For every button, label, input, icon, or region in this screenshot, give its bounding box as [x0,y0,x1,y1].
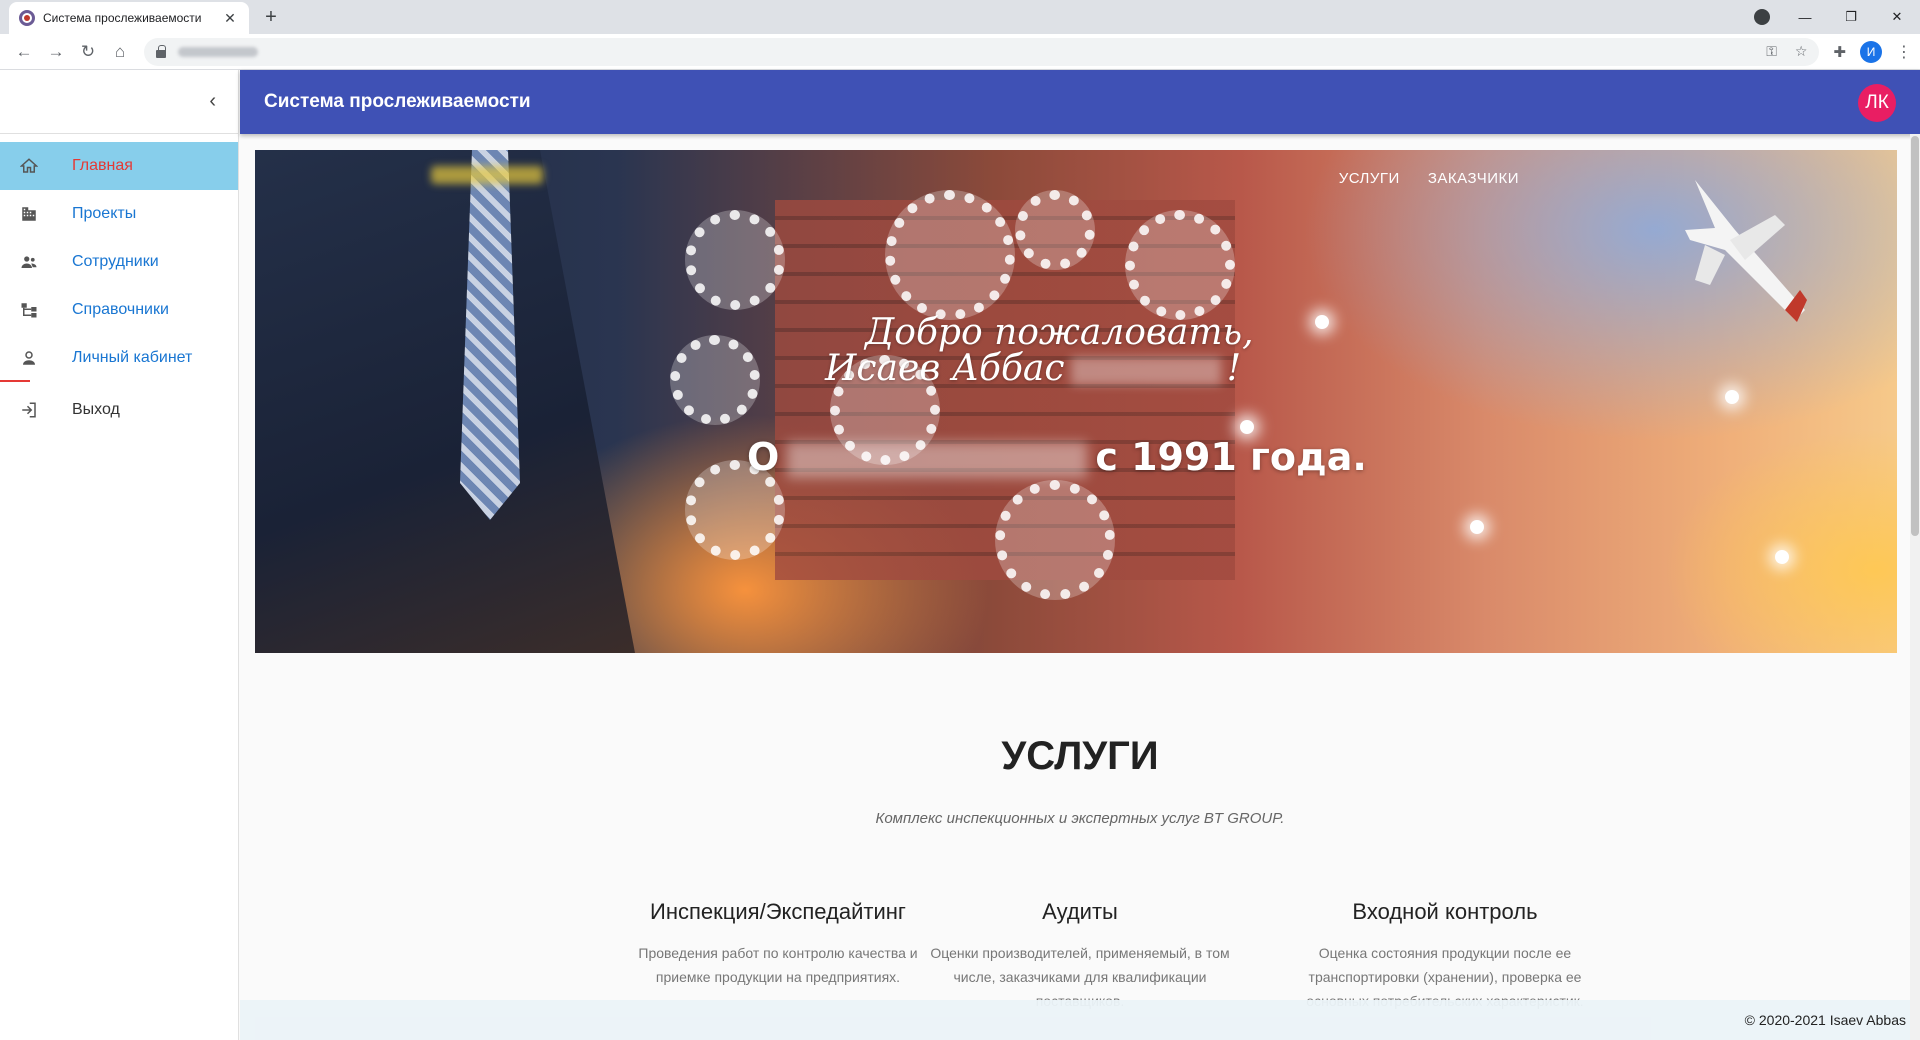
home-browser-icon[interactable]: ⌂ [104,42,136,62]
service-card-incoming-control: Входной контроль Оценка состояния продук… [1285,899,1605,1013]
chevron-left-icon[interactable]: ‹ [209,90,216,113]
hero-link-services[interactable]: УСЛУГИ [1339,170,1400,187]
app-root: ‹ Главная Проекты Сотрудники Справочники… [0,70,1920,1040]
profile-avatar[interactable]: И [1860,40,1882,63]
scrollbar-thumb[interactable] [1911,136,1919,536]
service-title: Входной контроль [1352,899,1538,924]
sidebar-item-label: Справочники [72,301,169,318]
sidebar: ‹ Главная Проекты Сотрудники Справочники… [0,70,239,1040]
page-title: Система прослеживаемости [264,91,531,112]
service-card-inspection: Инспекция/Экспедайтинг Проведения работ … [618,899,938,989]
account-avatar[interactable]: ЛК [1858,84,1896,122]
main-content: УСЛУГИ ЗАКАЗЧИКИ Добро пожаловать, Исаев… [240,134,1920,1040]
star-icon[interactable]: ☆ [1795,43,1808,60]
sidebar-item-label: Выход [72,401,120,418]
sidebar-item-label: Главная [72,157,133,174]
airplane-image [1685,180,1807,322]
hero-banner: УСЛУГИ ЗАКАЗЧИКИ Добро пожаловать, Исаев… [255,150,1897,653]
lock-icon [156,44,166,58]
sidebar-item-label: Сотрудники [72,253,159,270]
gear-icon [1125,210,1235,320]
sidebar-item-projects[interactable]: Проекты [0,190,238,238]
welcome-user-name: Исаев Аббас [825,348,1065,389]
browser-tab[interactable]: Система прослеживаемости ✕ [9,2,249,34]
company-since-year: с 1991 года. [1095,435,1367,479]
close-window-icon[interactable]: ✕ [1874,9,1920,25]
footer: © 2020-2021 Isaev Abbas [240,1000,1920,1040]
new-tab-button[interactable]: + [260,6,282,29]
minimize-icon[interactable]: — [1782,10,1828,25]
hero-nav: УСЛУГИ ЗАКАЗЧИКИ [1339,170,1519,187]
sidebar-nav: Главная Проекты Сотрудники Справочники Л… [0,134,238,434]
blurred-company-name [787,441,1088,478]
logout-icon [18,399,40,421]
sidebar-item-references[interactable]: Справочники [0,286,238,334]
sidebar-item-logout[interactable]: Выход [0,386,238,434]
buildings-icon [18,203,40,225]
sidebar-item-home[interactable]: Главная [0,142,238,190]
hero-suit-image [255,150,635,653]
services-subtitle: Комплекс инспекционных и экспертных услу… [875,810,1285,827]
hero-link-customers[interactable]: ЗАКАЗЧИКИ [1428,170,1519,187]
sidebar-item-account[interactable]: Личный кабинет [0,334,238,382]
scrollbar[interactable] [1910,134,1920,1040]
blurred-patronymic [1070,357,1221,385]
browser-tabbar: Система прослеживаемости ✕ + — ❐ ✕ [0,0,1920,34]
browser-toolbar: ← → ↻ ⌂ ⚿ ☆ ✚ И ⋮ [0,34,1920,70]
services-title: УСЛУГИ [1001,734,1159,778]
light-dot [1775,550,1789,564]
tab-search-icon[interactable] [1754,9,1770,25]
hierarchy-icon [18,299,40,321]
service-card-audits: Аудиты Оценки производителей, применяемы… [920,899,1240,1013]
person-icon [18,347,40,369]
sidebar-item-label: Проекты [72,205,137,222]
back-icon[interactable]: ← [8,42,40,62]
gear-icon [1015,190,1095,270]
gear-icon [885,190,1015,320]
home-icon [18,155,40,177]
welcome-message: Добро пожаловать, Исаев Аббас! [825,312,1254,387]
light-dot [1240,420,1254,434]
favicon-icon [19,10,35,26]
reload-icon[interactable]: ↻ [72,42,104,62]
light-dot [1725,390,1739,404]
sidebar-collapse-button[interactable]: ‹ [0,70,238,134]
extensions-icon[interactable]: ✚ [1833,43,1846,61]
app-bar: Система прослеживаемости ЛК [240,70,1920,134]
menu-dots-icon[interactable]: ⋮ [1896,42,1912,62]
copyright: © 2020-2021 Isaev Abbas [1744,1012,1906,1028]
sidebar-item-employees[interactable]: Сотрудники [0,238,238,286]
company-prefix: О [747,435,780,479]
tab-close-icon[interactable]: ✕ [221,10,239,27]
welcome-exclamation: ! [1226,348,1242,389]
key-icon[interactable]: ⚿ [1766,43,1777,60]
blurred-logo [431,166,543,184]
sidebar-item-label: Личный кабинет [72,349,193,366]
service-text: Проведения работ по контролю качества и … [638,945,918,985]
tab-title: Система прослеживаемости [43,11,202,25]
company-since: Ос 1991 года. [747,435,1367,479]
light-dot [1315,315,1329,329]
gear-icon [685,210,785,310]
forward-icon[interactable]: → [40,42,72,62]
light-dot [1470,520,1484,534]
address-bar[interactable]: ⚿ ☆ [144,37,1820,66]
people-icon [18,251,40,273]
welcome-line1: Добро пожаловать, [865,312,1254,353]
welcome-line2: Исаев Аббас! [825,351,1254,387]
service-title: Аудиты [1042,899,1118,924]
gear-icon [670,335,760,425]
service-title: Инспекция/Экспедайтинг [650,899,906,924]
gear-icon [995,480,1115,600]
url-text-blurred [178,46,258,57]
active-section-indicator [0,380,30,382]
restore-icon[interactable]: ❐ [1828,9,1874,25]
window-controls: — ❐ ✕ [1782,0,1920,34]
